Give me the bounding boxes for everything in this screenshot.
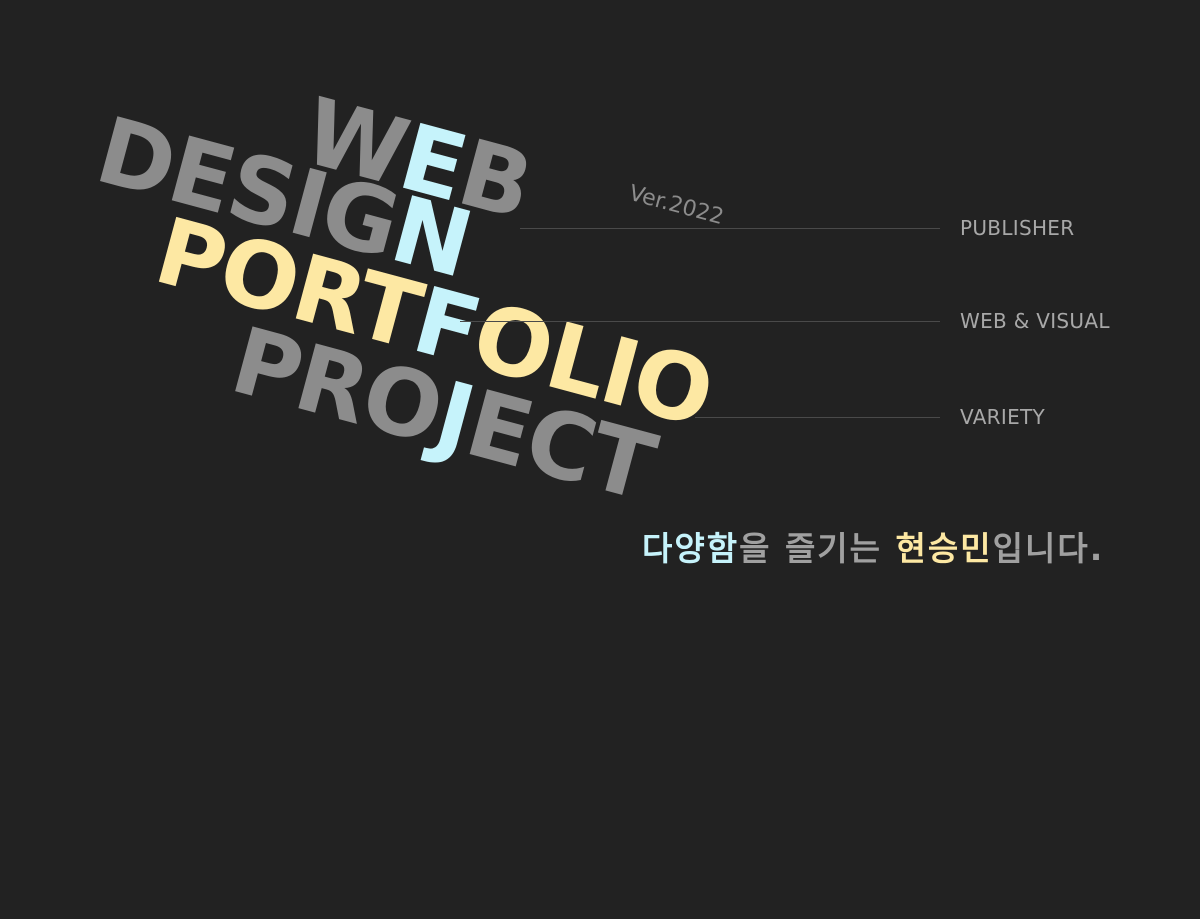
divider-line [520,228,940,229]
divider-line [460,321,940,322]
slogan-segment: 현승민 [895,529,993,568]
slogan-segment: 을 즐기는 [739,529,896,568]
version-label: Ver.2022 [626,180,727,231]
tag-web-visual: WEB & VISUAL [960,309,1110,333]
tag-variety: VARIETY [960,405,1046,429]
headline-group: Ver.2022 WEB DESIGN PORTFOLIO PROJECT [0,0,1159,919]
slogan-segment: 입니다. [992,529,1105,568]
tag-publisher: PUBLISHER [960,216,1075,240]
slogan-segment: 다양함 [642,529,740,568]
hero-banner: Ver.2022 WEB DESIGN PORTFOLIO PROJECT PU… [0,0,1200,630]
slogan: 다양함을 즐기는 현승민입니다. [642,522,1104,570]
divider-line [695,417,940,418]
